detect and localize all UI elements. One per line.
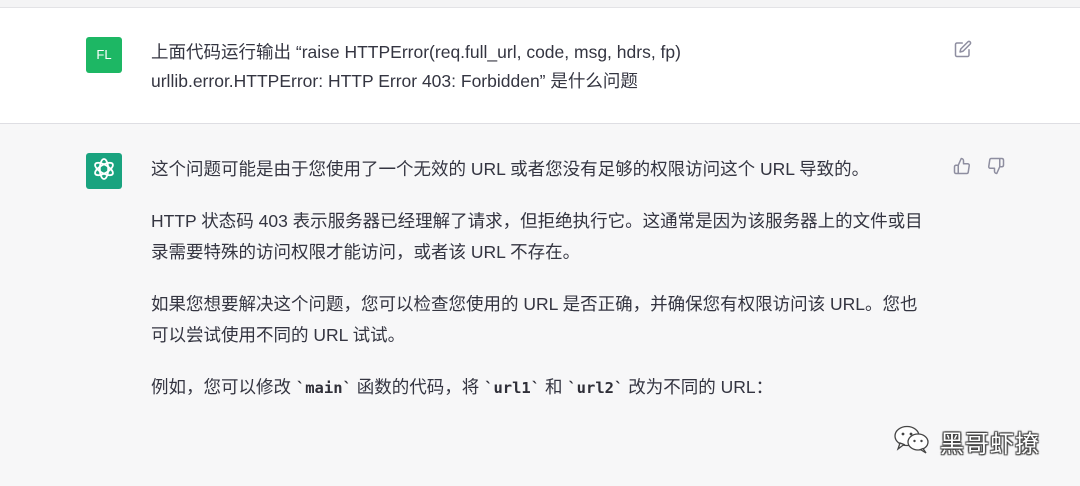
paragraph-4-prefix: 例如，您可以修改 <box>151 377 296 397</box>
assistant-message-text: 这个问题可能是由于您使用了一个无效的 URL 或者您没有足够的权限访问这个 UR… <box>151 154 931 425</box>
inline-code-main: `main` <box>295 379 352 397</box>
assistant-paragraph-4: 例如，您可以修改 `main` 函数的代码，将 `url1` 和 `url2` … <box>151 372 931 404</box>
edit-button[interactable] <box>953 40 973 63</box>
paragraph-4-mid-2: 和 <box>540 377 568 397</box>
thumbs-up-icon <box>953 157 971 180</box>
edit-icon <box>954 40 972 63</box>
top-divider-strip <box>0 0 1080 8</box>
wechat-icon <box>892 423 932 460</box>
thumbs-down-icon <box>987 157 1005 180</box>
inline-code-url2: `url2` <box>567 379 624 397</box>
paragraph-4-mid-1: 函数的代码，将 <box>351 377 485 397</box>
dislike-button[interactable] <box>986 157 1006 180</box>
watermark-text: 黑哥虾撩 <box>940 429 1040 458</box>
assistant-paragraph-2: HTTP 状态码 403 表示服务器已经理解了请求，但拒绝执行它。这通常是因为该… <box>151 211 923 262</box>
paragraph-4-suffix: 改为不同的 URL： <box>623 377 774 397</box>
user-message-line-1: 上面代码运行输出 “raise HTTPError(req.full_url, … <box>151 42 681 62</box>
user-message-line-2: urllib.error.HTTPError: HTTP Error 403: … <box>151 71 638 91</box>
assistant-avatar <box>86 153 122 189</box>
assistant-paragraph-3: 如果您想要解决这个问题，您可以检查您使用的 URL 是否正确，并确保您有权限访问… <box>151 294 918 345</box>
openai-logo-icon <box>91 156 117 187</box>
assistant-paragraph-1: 这个问题可能是由于您使用了一个无效的 URL 或者您没有足够的权限访问这个 UR… <box>151 159 870 179</box>
inline-code-url1: `url1` <box>484 379 541 397</box>
like-button[interactable] <box>952 157 972 180</box>
user-avatar: FL <box>86 37 122 73</box>
user-message-text: 上面代码运行输出 “raise HTTPError(req.full_url, … <box>151 38 911 96</box>
user-message: FL 上面代码运行输出 “raise HTTPError(req.full_ur… <box>0 8 1080 124</box>
watermark: 黑哥虾撩 <box>892 422 1067 460</box>
